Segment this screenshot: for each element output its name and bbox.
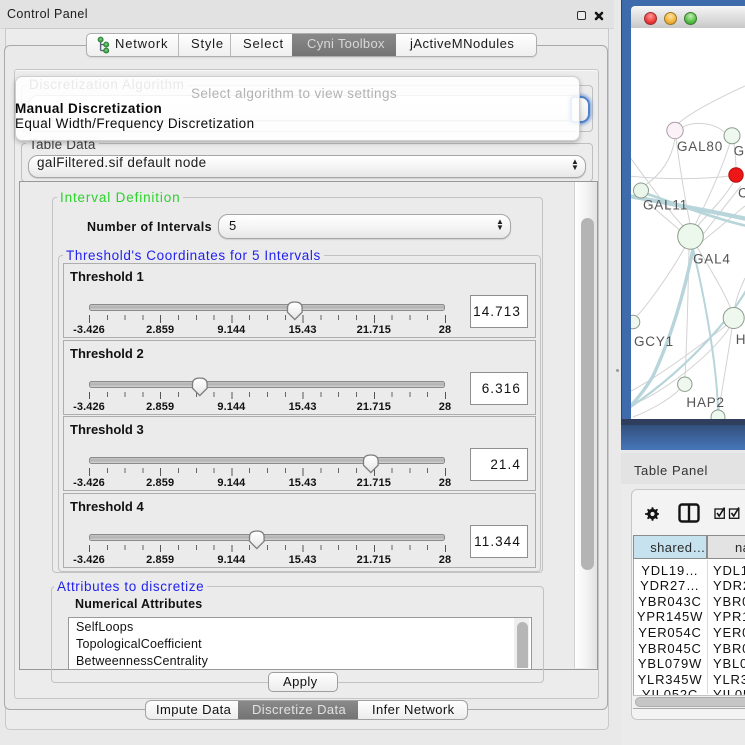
svg-text:GAL11: GAL11 xyxy=(643,198,688,213)
svg-text:GAL80: GAL80 xyxy=(677,139,723,154)
svg-text:C: C xyxy=(738,186,745,201)
svg-text:GAL: GAL xyxy=(734,144,745,159)
svg-text:GAL4: GAL4 xyxy=(693,252,731,267)
svg-text:HAP2: HAP2 xyxy=(686,395,724,410)
svg-text:GCY1: GCY1 xyxy=(634,334,674,349)
svg-text:H: H xyxy=(736,332,745,347)
